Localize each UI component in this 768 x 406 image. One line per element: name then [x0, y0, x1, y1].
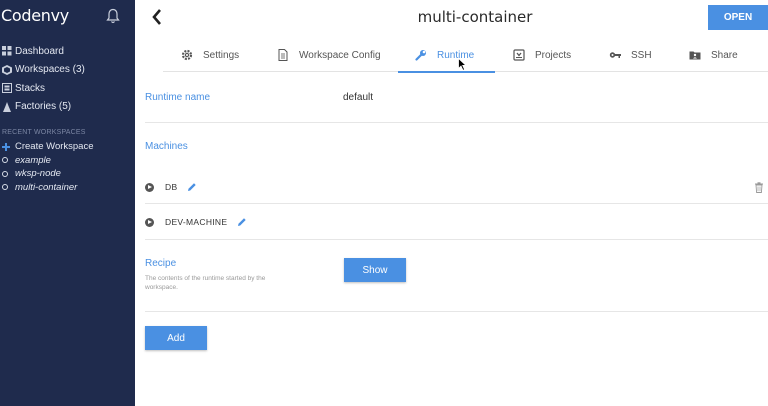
sidebar-nav: Dashboard Workspaces (3) Stacks Factorie… [0, 42, 135, 116]
recent-workspace-wksp-node[interactable]: wksp-node [0, 167, 135, 181]
recent-workspace-label: wksp-node [15, 168, 61, 180]
document-icon [278, 49, 288, 61]
dashboard-icon [2, 46, 12, 56]
plus-icon [2, 142, 10, 151]
expand-icon[interactable] [145, 217, 154, 227]
sidebar: Codenvy Dashboard Workspaces (3) Stacks [0, 0, 135, 406]
runtime-name-value: default [343, 92, 374, 103]
page-title: multi-container [417, 8, 533, 26]
show-recipe-button[interactable]: Show [344, 258, 406, 282]
divider [145, 203, 768, 204]
tab-label: SSH [631, 49, 652, 61]
sidebar-item-label: Dashboard [15, 45, 64, 57]
brand-logo[interactable]: Codenvy [1, 6, 69, 25]
divider [145, 239, 768, 240]
machine-name: DEV-MACHINE [165, 217, 228, 227]
recipe-label: Recipe [145, 258, 177, 269]
recent-workspace-label: multi-container [15, 181, 78, 193]
create-workspace-link[interactable]: Create Workspace [0, 140, 135, 154]
machine-row-dev-machine[interactable]: DEV-MACHINE [145, 217, 247, 227]
factories-icon [3, 101, 11, 112]
recent-workspace-label: example [15, 154, 51, 166]
runtime-name-label: Runtime name [145, 92, 211, 103]
sidebar-item-dashboard[interactable]: Dashboard [0, 42, 135, 61]
tab-label: Workspace Config [299, 49, 381, 61]
create-workspace-label: Create Workspace [15, 141, 94, 153]
recent-workspaces-label: RECENT WORKSPACES [2, 129, 86, 136]
gear-icon [181, 49, 193, 61]
circle-icon [2, 170, 8, 177]
key-icon [609, 52, 621, 58]
workspaces-icon [2, 64, 12, 75]
sidebar-item-label: Factories (5) [15, 101, 72, 113]
recent-workspace-multi-container[interactable]: multi-container [0, 181, 135, 195]
tab-workspace-config[interactable]: Workspace Config [277, 38, 381, 72]
circle-icon [2, 157, 8, 164]
tab-settings[interactable]: Settings [181, 38, 239, 72]
divider [145, 122, 768, 123]
machine-row-db[interactable]: DB [145, 182, 197, 192]
pencil-icon[interactable] [187, 182, 197, 192]
stacks-icon [2, 83, 12, 94]
projects-icon [513, 49, 525, 61]
share-icon [689, 51, 701, 60]
tab-label: Share [711, 49, 738, 61]
circle-icon [2, 184, 8, 191]
sidebar-item-workspaces[interactable]: Workspaces (3) [0, 61, 135, 80]
wrench-icon [415, 50, 426, 61]
recipe-description: The contents of the runtime started by t… [145, 275, 266, 291]
bell-icon[interactable] [106, 8, 120, 24]
tab-label: Projects [535, 49, 572, 61]
sidebar-item-label: Workspaces (3) [15, 64, 85, 76]
mouse-cursor-icon [458, 58, 467, 71]
tab-ssh[interactable]: SSH [609, 38, 652, 72]
tab-label: Runtime [437, 49, 475, 61]
tab-label: Settings [203, 49, 240, 61]
recent-workspaces-list: Create Workspace example wksp-node multi… [0, 140, 135, 194]
sidebar-item-factories[interactable]: Factories (5) [0, 98, 135, 117]
pencil-icon[interactable] [237, 217, 247, 227]
add-machine-button[interactable]: Add [145, 326, 207, 350]
sidebar-item-label: Stacks [15, 82, 46, 94]
sidebar-item-stacks[interactable]: Stacks [0, 79, 135, 98]
machines-label: Machines [145, 141, 188, 152]
tab-projects[interactable]: Projects [513, 38, 571, 72]
expand-icon[interactable] [145, 182, 154, 192]
machine-name: DB [165, 182, 178, 192]
divider [145, 311, 768, 312]
trash-icon[interactable] [754, 182, 764, 193]
back-arrow-icon[interactable] [150, 7, 164, 27]
recent-workspace-example[interactable]: example [0, 154, 135, 168]
open-button[interactable]: OPEN [708, 5, 768, 30]
tab-share[interactable]: Share [689, 38, 738, 72]
runtime-panel: Runtime name default Machines DB DEV-MAC… [135, 72, 768, 406]
